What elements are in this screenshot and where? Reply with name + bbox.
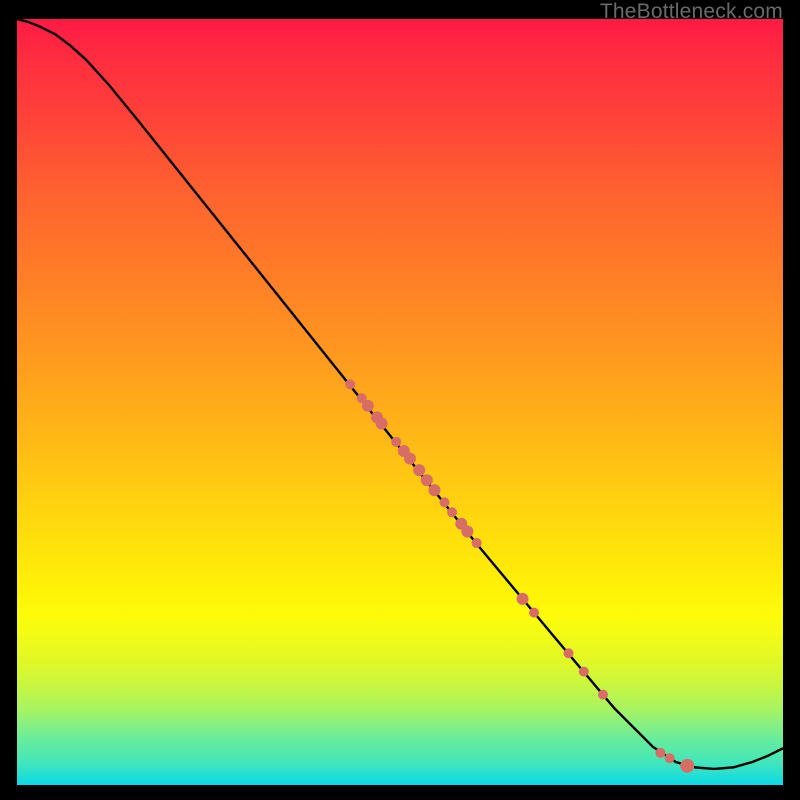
highlight-points-group (345, 379, 694, 772)
highlight-point (447, 507, 457, 517)
highlight-point (428, 484, 440, 496)
highlight-point (665, 753, 675, 763)
highlight-point (564, 648, 574, 658)
highlight-point (472, 538, 482, 548)
plot-area (17, 19, 783, 785)
highlight-point (345, 379, 355, 389)
highlight-point (404, 453, 416, 465)
bottleneck-curve (17, 19, 783, 769)
highlight-point (413, 464, 425, 476)
highlight-point (517, 593, 529, 605)
highlight-point (421, 474, 433, 486)
highlight-point (655, 748, 665, 758)
highlight-point (391, 437, 401, 447)
highlight-point (598, 690, 608, 700)
highlight-point (439, 497, 449, 507)
highlight-point (362, 400, 374, 412)
highlight-point (680, 759, 694, 773)
highlight-point (579, 667, 589, 677)
highlight-point (529, 608, 539, 618)
chart-container: TheBottleneck.com (0, 0, 800, 800)
highlight-point (376, 417, 388, 429)
watermark-text: TheBottleneck.com (600, 0, 783, 24)
highlight-point (461, 525, 473, 537)
chart-svg (17, 19, 783, 785)
